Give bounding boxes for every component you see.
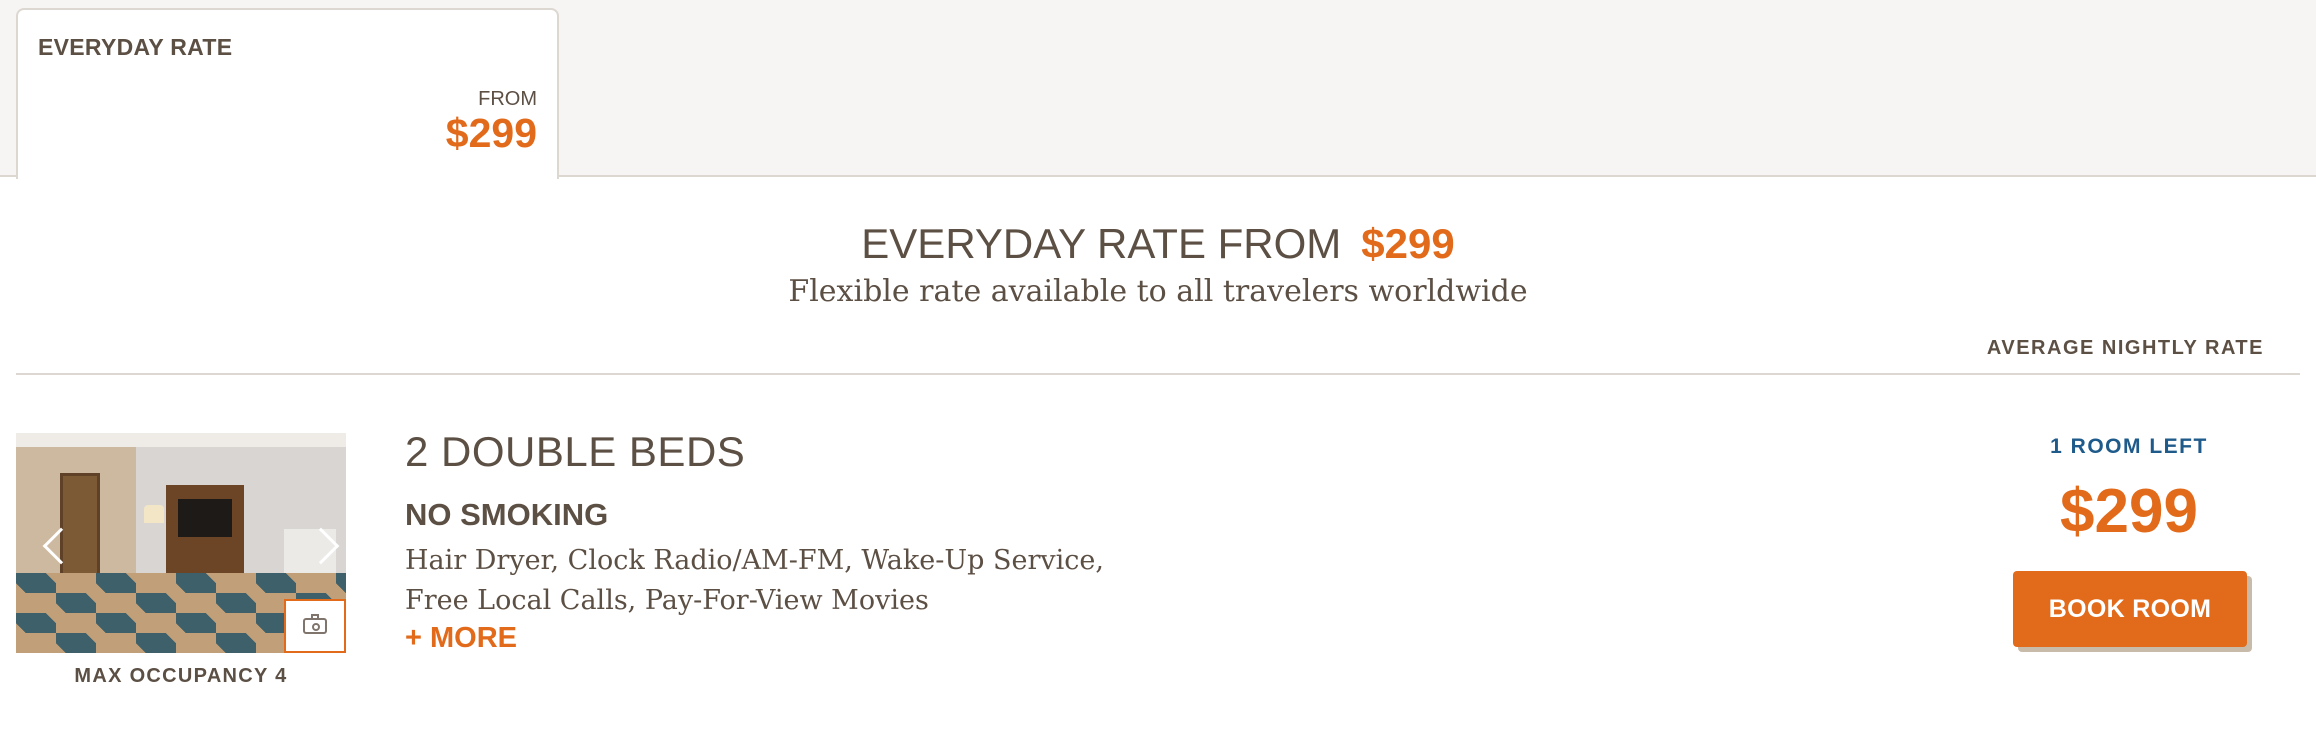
photo-tv [178,499,232,537]
rate-description: Flexible rate available to all travelers… [788,274,1528,309]
camera-icon [303,618,327,634]
gallery-button[interactable] [284,599,346,653]
amenities-line-2: Free Local Calls, Pay-For-View Movies [405,585,929,616]
rate-tab-price: $299 [445,110,537,156]
room-photo-carousel[interactable] [16,433,346,653]
room-name: 2 DOUBLE BEDS [405,428,746,475]
rate-tab-name: EVERYDAY RATE [38,34,233,60]
book-room-button[interactable]: BOOK ROOM [2013,571,2247,647]
divider [16,373,2300,375]
average-nightly-rate-label: AVERAGE NIGHTLY RATE [1986,337,2264,359]
rate-tab-everyday[interactable]: EVERYDAY RATE FROM $299 [16,8,559,179]
camera-lens-icon [312,623,320,631]
rate-headline-price: $299 [1361,220,1455,267]
rate-headline: EVERYDAY RATE FROM $299 [0,216,2316,272]
rate-headline-title: EVERYDAY RATE FROM [861,220,1342,267]
room-price: $299 [2060,477,2198,546]
rooms-left-badge: 1 ROOM LEFT [2050,435,2208,458]
photo-door [60,473,100,583]
smoking-policy: NO SMOKING [405,497,609,532]
photo-lamp [144,505,164,523]
photo-ceiling [16,433,346,447]
max-occupancy: MAX OCCUPANCY 4 [74,665,288,687]
amenities-line-1: Hair Dryer, Clock Radio/AM-FM, Wake-Up S… [405,545,1104,576]
room-amenities: Hair Dryer, Clock Radio/AM-FM, Wake-Up S… [405,541,1125,621]
more-amenities-link[interactable]: + MORE [405,622,517,655]
rate-tab-bar: EVERYDAY RATE FROM $299 [0,0,2316,179]
rate-tab-from-label: FROM [478,88,537,110]
